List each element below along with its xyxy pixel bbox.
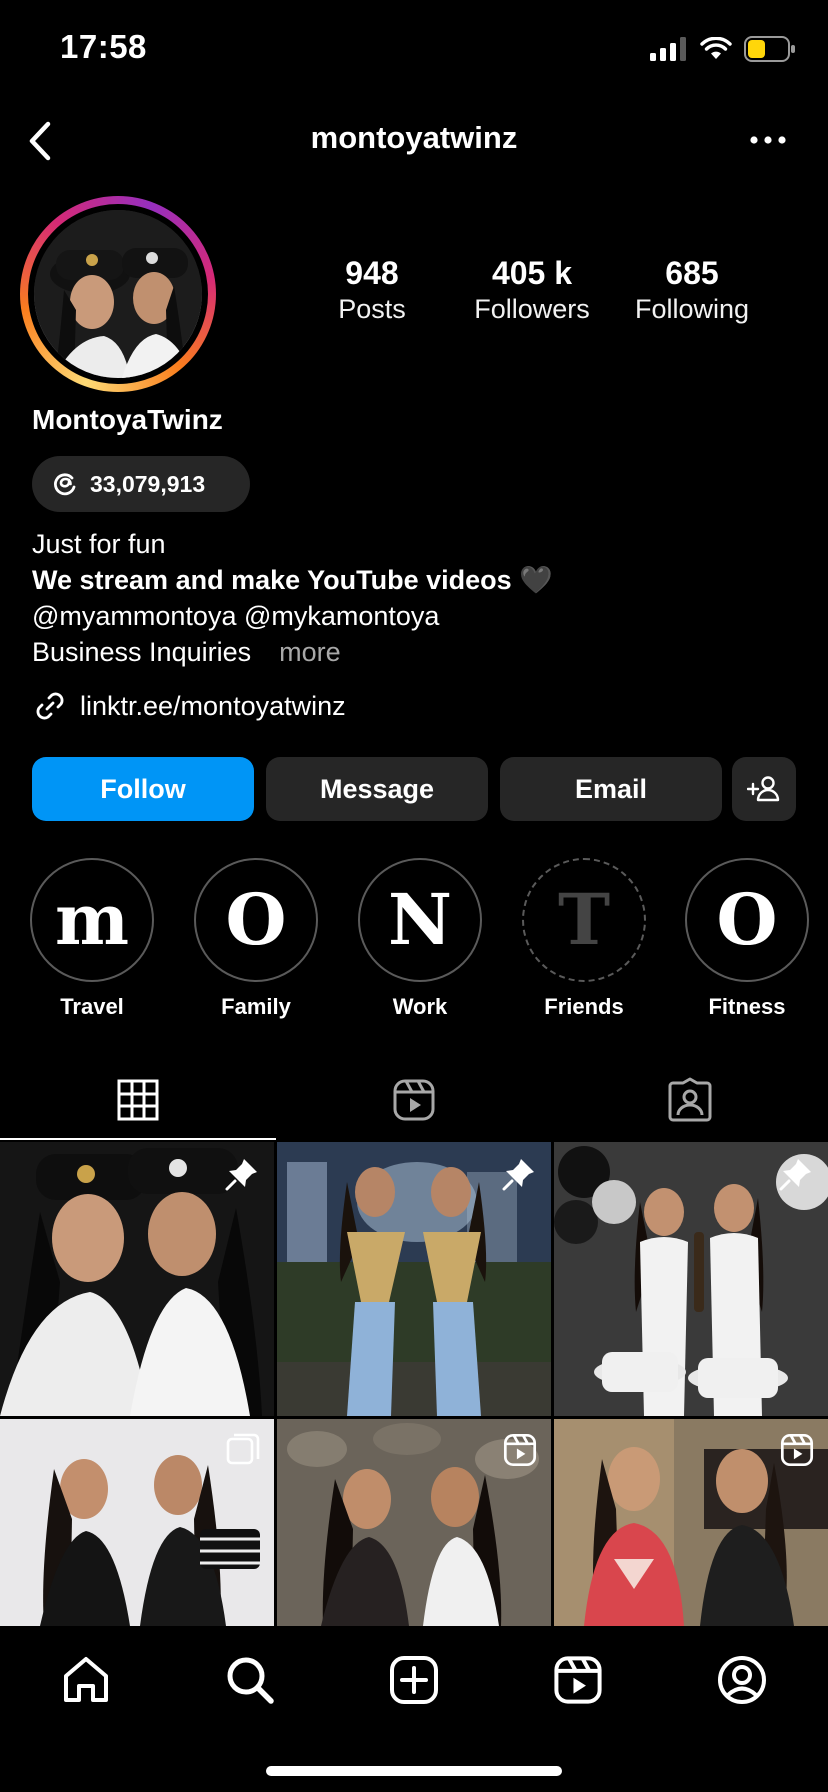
bio-mentions[interactable]: @myammontoya @mykamontoya [32,598,553,634]
profile-username: montoyatwinz [310,120,518,155]
highlight-label: Family [221,994,291,1019]
profile-avatar[interactable] [20,196,216,392]
post-thumbnail[interactable] [0,1142,274,1416]
bio-line: Business Inquiries [32,637,252,667]
highlight-travel[interactable]: m Travel [28,858,156,1020]
following-label: Following [634,294,750,324]
posts-label: Posts [338,294,406,324]
highlight-family[interactable]: O Family [192,858,320,1020]
search-icon [227,1657,274,1704]
link-text: linktr.ee/montoyatwinz [80,690,346,721]
nav-profile[interactable] [712,1650,772,1710]
active-tab-indicator [0,1138,276,1140]
posts-count: 948 [345,255,399,291]
followers-count: 405 k [491,255,573,291]
tagged-user-icon [668,1077,712,1122]
highlight-label: Work [392,994,448,1019]
nav-reels[interactable] [548,1650,608,1710]
ellipsis-icon [750,136,786,144]
post-thumbnail[interactable] [277,1142,551,1416]
wifi-icon [700,37,732,59]
home-icon [64,1657,108,1702]
bio: Just for fun We stream and make YouTube … [32,526,553,670]
follow-button[interactable]: Follow [32,757,254,821]
bio-line: Just for fun [32,529,166,559]
followers-label: Followers [474,294,590,324]
reels-icon [393,1079,435,1121]
highlight-work[interactable]: N Work [356,858,484,1020]
highlight-cover: O [685,858,809,982]
nav-home[interactable] [56,1650,116,1710]
tab-reels[interactable] [276,1060,552,1140]
threads-count: 33,079,913 [90,470,206,497]
bio-more-link[interactable]: more [279,637,341,667]
post-thumbnail[interactable] [0,1419,274,1626]
threads-badge[interactable]: 33,079,913 [32,456,250,512]
profile-icon [718,1656,766,1704]
highlight-cover: T [522,858,646,982]
bio-line: We stream and make YouTube videos 🖤 [32,565,553,595]
pinned-icon [225,1159,257,1191]
home-indicator [266,1766,562,1776]
highlight-cover: N [358,858,482,982]
highlight-label: Fitness [708,994,786,1019]
cellular-signal-icon [650,37,686,61]
message-button[interactable]: Message [266,757,488,821]
highlight-friends[interactable]: T Friends [520,858,648,1020]
nav-create[interactable] [384,1650,444,1710]
posts-stat[interactable]: 948 Posts [297,254,447,326]
threads-icon [54,473,76,496]
email-button[interactable]: Email [500,757,722,821]
nav-search[interactable] [220,1650,280,1710]
post-thumbnail[interactable] [554,1419,828,1626]
add-person-icon [747,776,780,802]
status-time: 17:58 [60,28,147,65]
status-icons [650,36,796,62]
grid-icon [117,1079,159,1121]
highlight-fitness[interactable]: O Fitness [683,858,811,1020]
followers-stat[interactable]: 405 k Followers [457,254,607,326]
add-post-icon [390,1656,438,1704]
reel-icon [503,1433,537,1467]
post-thumbnail[interactable] [277,1419,551,1626]
carousel-icon [226,1433,260,1465]
post-thumbnail[interactable] [554,1142,828,1416]
tab-tagged[interactable] [552,1060,828,1140]
highlight-label: Travel [60,994,124,1019]
highlight-cover: O [194,858,318,982]
pinned-icon [779,1159,811,1191]
pinned-icon [502,1159,534,1191]
reel-icon [780,1433,814,1467]
avatar-image [34,210,202,378]
display-name: MontoyaTwinz [32,404,223,435]
battery-icon [744,36,795,62]
suggested-users-button[interactable] [732,757,796,821]
tab-posts-grid[interactable] [0,1060,276,1140]
highlight-cover: m [30,858,154,982]
link-icon [36,692,64,720]
following-count: 685 [665,255,719,291]
reels-icon [554,1656,602,1704]
following-stat[interactable]: 685 Following [617,254,767,326]
highlight-label: Friends [544,994,624,1019]
more-options-button[interactable] [748,128,788,152]
profile-link[interactable]: linktr.ee/montoyatwinz [32,688,346,724]
